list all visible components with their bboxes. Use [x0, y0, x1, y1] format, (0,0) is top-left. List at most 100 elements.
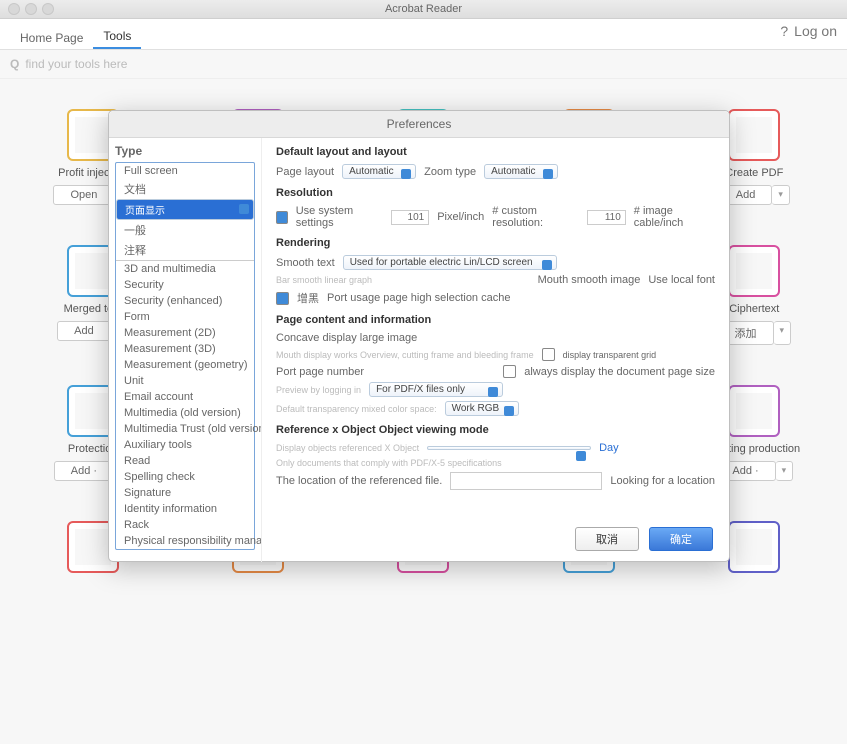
pref-category-item[interactable]: Spelling check: [116, 469, 254, 485]
tool-label: Ciphertext: [729, 303, 779, 315]
pref-category-item[interactable]: Measurement (geometry): [116, 357, 254, 373]
referenced-file-location-input[interactable]: [450, 472, 602, 490]
pref-content-panel: Default layout and layout Page layout Au…: [262, 138, 729, 562]
pref-category-item[interactable]: 注释: [116, 240, 254, 260]
tool-action-dropdown[interactable]: ▾: [772, 185, 790, 205]
tool-icon: [728, 385, 780, 437]
use-local-font-label[interactable]: Use local font: [648, 274, 715, 286]
pref-category-item[interactable]: Form: [116, 309, 254, 325]
tool-icon: [728, 521, 780, 573]
pref-category-item[interactable]: Unit: [116, 373, 254, 389]
tab-tools[interactable]: Tools: [93, 25, 141, 49]
tool-action-button[interactable]: Add ·: [54, 461, 114, 481]
top-tabs: Home Page Tools ? Log on: [0, 19, 847, 50]
section-page-content: Page content and information Concave dis…: [276, 314, 715, 418]
overview-note: Mouth display works Overview, cutting fr…: [276, 350, 534, 360]
only-pdfx5-note: Only documents that comply with PDF/X-5 …: [276, 458, 502, 468]
section-xobject-title: Reference x Object Object viewing mode: [276, 424, 715, 436]
search-placeholder: find your tools here: [25, 57, 127, 71]
transparent-grid-checkbox[interactable]: [542, 348, 555, 361]
pref-category-item[interactable]: Multimedia (old version): [116, 405, 254, 421]
preferences-dialog: Preferences Type Full screen文档页面显示一般注释3D…: [108, 110, 730, 562]
tab-home[interactable]: Home Page: [10, 27, 93, 49]
transparency-space-label: Default transparency mixed color space:: [276, 404, 437, 414]
use-system-radio[interactable]: [276, 211, 288, 224]
use-system-label: Use system settings: [296, 205, 383, 229]
dialog-title: Preferences: [109, 111, 729, 138]
transparency-space-select[interactable]: Work RGB: [445, 401, 519, 416]
section-layout-title: Default layout and layout: [276, 146, 715, 158]
tool-label: Create PDF: [725, 167, 783, 179]
section-xobject: Reference x Object Object viewing mode D…: [276, 424, 715, 492]
pref-category-item[interactable]: Auxiliary tools: [116, 437, 254, 453]
always-size-label: always display the document page size: [524, 366, 715, 378]
pref-category-item[interactable]: Measurement (3D): [116, 341, 254, 357]
smooth-text-label: Smooth text: [276, 257, 335, 269]
pixel-inch-label: Pixel/inch: [437, 211, 484, 223]
port-usage-label: Port usage page high selection cache: [327, 292, 510, 304]
section-rendering: Rendering Smooth text Used for portable …: [276, 237, 715, 308]
pref-category-list[interactable]: Full screen文档页面显示一般注释3D and multimediaSe…: [115, 162, 255, 550]
pref-category-item[interactable]: Security: [116, 277, 254, 293]
section-rendering-title: Rendering: [276, 237, 715, 249]
referenced-file-location-label: The location of the referenced file.: [276, 475, 442, 487]
port-page-number-label: Port page number: [276, 366, 364, 378]
cable-inch-label: # image cable/inch: [634, 205, 715, 229]
section-page-content-title: Page content and information: [276, 314, 715, 326]
smooth-text-select[interactable]: Used for portable electric Lin/LCD scree…: [343, 255, 557, 270]
tool-icon: [728, 109, 780, 161]
pref-category-item[interactable]: Multimedia Trust (old version): [116, 421, 254, 437]
tool-action-button[interactable]: Add: [57, 321, 111, 341]
pref-category-item[interactable]: Physical responsibility management: [116, 533, 254, 549]
custom-res-value[interactable]: 110: [587, 210, 625, 225]
pref-category-item[interactable]: Email account: [116, 389, 254, 405]
bar-smooth-note: Bar smooth linear graph: [276, 275, 372, 285]
mouth-smooth-label: Mouth smooth image: [538, 274, 641, 286]
ok-button[interactable]: 确定: [649, 527, 713, 551]
logon-link[interactable]: Log on: [794, 23, 837, 39]
look-for-location-label[interactable]: Looking for a location: [610, 475, 715, 487]
section-layout: Default layout and layout Page layout Au…: [276, 146, 715, 181]
tools-search[interactable]: Q find your tools here: [0, 50, 847, 79]
preview-login-note: Preview by logging in: [276, 385, 361, 395]
day-link[interactable]: Day: [599, 442, 619, 454]
pref-category-panel: Type Full screen文档页面显示一般注释3D and multime…: [109, 138, 262, 562]
app-title: Acrobat Reader: [0, 3, 847, 15]
tool-action-button[interactable]: Open: [53, 185, 114, 205]
zoom-type-label: Zoom type: [424, 166, 476, 178]
concave-display-link[interactable]: Concave display large image: [276, 332, 417, 344]
tool-action-dropdown[interactable]: ▾: [774, 321, 792, 345]
page-layout-label: Page layout: [276, 166, 334, 178]
pref-category-item[interactable]: Security (enhanced): [116, 293, 254, 309]
pref-category-item[interactable]: Full screen: [116, 163, 254, 179]
enhance-black-label: 增黑: [297, 290, 319, 306]
tool-icon: [728, 245, 780, 297]
pref-category-item[interactable]: 页面显示: [116, 199, 254, 220]
always-size-checkbox[interactable]: [503, 365, 516, 378]
titlebar: Acrobat Reader: [0, 0, 847, 19]
cancel-button[interactable]: 取消: [575, 527, 639, 551]
help-icon[interactable]: ?: [780, 23, 788, 39]
enhance-black-checkbox[interactable]: [276, 292, 289, 305]
pref-category-item[interactable]: 3D and multimedia: [116, 261, 254, 277]
custom-res-label[interactable]: # custom resolution:: [492, 205, 579, 229]
transparent-grid-label: display transparent grid: [563, 350, 657, 360]
pref-category-item[interactable]: Identity information: [116, 501, 254, 517]
pref-category-item[interactable]: 一般: [116, 220, 254, 240]
zoom-type-select[interactable]: Automatic: [484, 164, 558, 179]
pref-category-item[interactable]: 文档: [116, 179, 254, 199]
section-resolution-title: Resolution: [276, 187, 715, 199]
section-resolution: Resolution Use system settings 101 Pixel…: [276, 187, 715, 231]
pref-category-header: Type: [115, 144, 255, 158]
display-xobject-select[interactable]: [427, 446, 591, 450]
pdfx-select[interactable]: For PDF/X files only: [369, 382, 503, 397]
system-res-value: 101: [391, 210, 429, 225]
pref-category-item[interactable]: Signature: [116, 485, 254, 501]
display-xobject-label: Display objects referenced X Object: [276, 443, 419, 453]
tool-action-dropdown[interactable]: ▾: [776, 461, 794, 481]
page-layout-select[interactable]: Automatic: [342, 164, 416, 179]
pref-category-item[interactable]: Rack: [116, 517, 254, 533]
pref-category-item[interactable]: Measurement (2D): [116, 325, 254, 341]
pref-category-item[interactable]: Read: [116, 453, 254, 469]
search-icon: Q: [10, 57, 19, 71]
